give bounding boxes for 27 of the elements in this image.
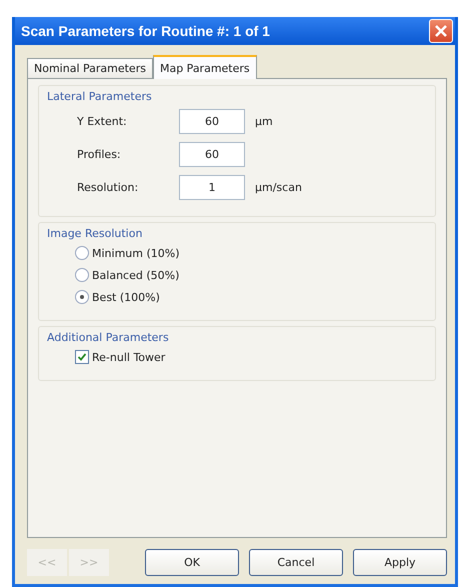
dialog-button[interactable]: Cancel bbox=[249, 549, 343, 576]
checkbox-label: Re-null Tower bbox=[92, 350, 166, 364]
input-field[interactable]: 60 bbox=[179, 142, 245, 167]
window-title: Scan Parameters for Routine #: 1 of 1 bbox=[21, 23, 270, 39]
group-title: Additional Parameters bbox=[47, 331, 170, 344]
dialog-button[interactable]: OK bbox=[145, 549, 239, 576]
close-icon bbox=[434, 24, 448, 38]
tab[interactable]: Map Parameters bbox=[152, 55, 257, 79]
unit-label: µm/scan bbox=[255, 181, 303, 194]
radio-button[interactable] bbox=[75, 246, 89, 260]
radio-label: Minimum (10%) bbox=[92, 246, 180, 260]
close-button[interactable] bbox=[429, 19, 453, 43]
input-field[interactable]: 60 bbox=[179, 109, 245, 134]
group-title: Lateral Parameters bbox=[47, 90, 153, 103]
input-field[interactable]: 1 bbox=[179, 175, 245, 200]
radio-label: Balanced (50%) bbox=[92, 268, 180, 282]
checkbox[interactable] bbox=[75, 350, 89, 364]
group-title: Image Resolution bbox=[47, 227, 144, 240]
radio-button[interactable] bbox=[75, 268, 89, 282]
field-label: Y Extent: bbox=[77, 115, 128, 128]
field-label: Profiles: bbox=[77, 148, 122, 161]
dialog-button[interactable]: Apply bbox=[353, 549, 447, 576]
tab[interactable]: Nominal Parameters bbox=[27, 58, 153, 78]
radio-button[interactable] bbox=[75, 290, 89, 304]
field-label: Resolution: bbox=[77, 181, 140, 194]
radio-label: Best (100%) bbox=[92, 290, 160, 304]
unit-label: µm bbox=[255, 115, 274, 128]
